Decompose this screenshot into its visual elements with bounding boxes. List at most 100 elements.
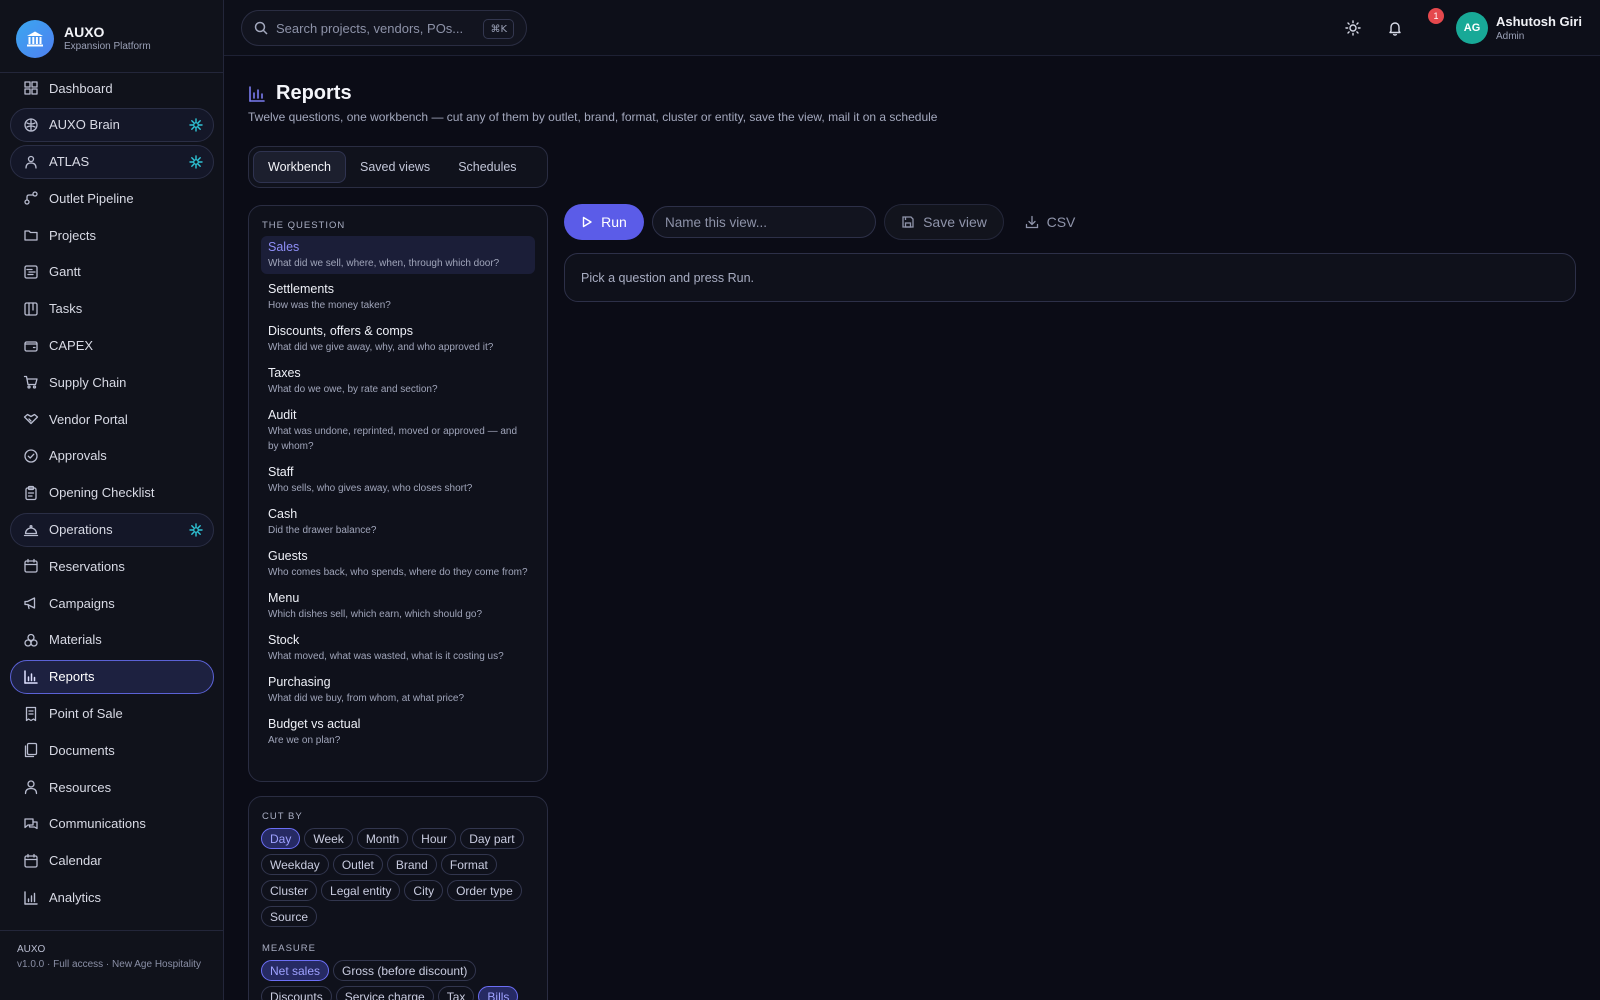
question-panel: THE QUESTION Sales What did we sell, wher… xyxy=(248,205,548,782)
cut-by-chip-brand[interactable]: Brand xyxy=(386,854,437,875)
sidebar-item-reservations[interactable]: Reservations xyxy=(10,549,214,583)
question-title: Purchasing xyxy=(268,675,331,689)
cut-by-chip-month[interactable]: Month xyxy=(356,828,409,849)
csv-download-button[interactable]: CSV xyxy=(1012,204,1088,240)
people-icon xyxy=(23,779,39,795)
sparkle-icon xyxy=(189,522,203,537)
cut-by-chip-city[interactable]: City xyxy=(404,880,444,901)
theme-toggle-sun-icon[interactable] xyxy=(1342,17,1364,39)
sidebar-item-supply-chain[interactable]: Supply Chain xyxy=(10,365,214,399)
question-description: Who comes back, who spends, where do the… xyxy=(268,567,528,578)
question-item-staff[interactable]: Staff Who sells, who gives away, who clos… xyxy=(261,461,535,499)
sidebar-item-point-of-sale[interactable]: Point of Sale xyxy=(10,697,214,731)
sidebar-nav: Dashboard AUXO Brain ATLAS Outlet Pipeline P… xyxy=(10,71,214,917)
sidebar-item-resources[interactable]: Resources xyxy=(10,770,214,804)
sidebar-item-vendor-portal[interactable]: Vendor Portal xyxy=(10,402,214,436)
sidebar-item-campaigns[interactable]: Campaigns xyxy=(10,586,214,620)
sidebar-item-label: Materials xyxy=(49,632,102,648)
sidebar-item-communications[interactable]: Communications xyxy=(10,807,214,841)
sparkle-icon xyxy=(189,154,203,169)
bar-chart-icon xyxy=(249,86,265,102)
sidebar-item-analytics[interactable]: Analytics xyxy=(10,881,214,915)
sidebar-item-label: Approvals xyxy=(49,448,107,464)
sidebar-item-calendar[interactable]: Calendar xyxy=(10,844,214,878)
tab-schedules[interactable]: Schedules xyxy=(444,151,530,183)
sidebar-item-documents[interactable]: Documents xyxy=(10,733,214,767)
cart-icon xyxy=(23,374,39,390)
question-item-budget-vs-actual[interactable]: Budget vs actual Are we on plan? xyxy=(261,713,535,751)
receipt-icon xyxy=(23,706,39,722)
cut-by-chip-day[interactable]: Day xyxy=(261,828,301,849)
save-view-button[interactable]: Save view xyxy=(884,204,1004,240)
cut-by-chip-outlet[interactable]: Outlet xyxy=(332,854,383,875)
sidebar-item-label: Supply Chain xyxy=(49,374,127,390)
avatar[interactable]: AG xyxy=(1456,12,1488,44)
sidebar-item-outlet-pipeline[interactable]: Outlet Pipeline xyxy=(10,181,214,215)
cut-by-chip-legal-entity[interactable]: Legal entity xyxy=(321,880,401,901)
question-item-settlements[interactable]: Settlements How was the money taken? xyxy=(261,278,535,316)
divider xyxy=(0,930,224,931)
sidebar-item-auxo-brain[interactable]: AUXO Brain xyxy=(10,107,214,142)
sidebar-item-projects[interactable]: Projects xyxy=(10,218,214,252)
sidebar-item-capex[interactable]: CAPEX xyxy=(10,329,214,363)
measure-chip-net-sales[interactable]: Net sales xyxy=(261,960,330,981)
sidebar-item-operations[interactable]: Operations xyxy=(10,512,214,547)
cut-by-chip-day-part[interactable]: Day part xyxy=(460,828,524,849)
measure-chips: Net sales Gross (before discount) Discount… xyxy=(249,954,539,1000)
save-view-label: Save view xyxy=(923,214,987,230)
search-placeholder[interactable]: Search projects, vendors, POs... xyxy=(276,21,463,36)
question-description: What did we give away, why, and who appr… xyxy=(268,342,494,353)
clipboard-icon xyxy=(23,485,39,501)
cut-by-chip-cluster[interactable]: Cluster xyxy=(261,880,318,901)
sidebar-item-approvals[interactable]: Approvals xyxy=(10,439,214,473)
question-item-sales[interactable]: Sales What did we sell, where, when, thro… xyxy=(261,236,535,274)
user-menu[interactable]: Ashutosh Giri Admin xyxy=(1496,14,1582,43)
sidebar-item-reports[interactable]: Reports xyxy=(10,659,214,694)
tab-workbench[interactable]: Workbench xyxy=(253,151,346,183)
tab-saved-views[interactable]: Saved views xyxy=(346,151,444,183)
page-subtitle: Twelve questions, one workbench — cut an… xyxy=(248,110,938,124)
calendar-icon xyxy=(23,853,39,869)
measure-chip-bills[interactable]: Bills xyxy=(478,986,519,1000)
question-item-audit[interactable]: Audit What was undone, reprinted, moved o… xyxy=(261,404,535,457)
cut-by-chip-order-type[interactable]: Order type xyxy=(447,880,522,901)
question-item-taxes[interactable]: Taxes What do we owe, by rate and section… xyxy=(261,362,535,400)
gantt-icon xyxy=(23,264,39,280)
question-description: Are we on plan? xyxy=(268,735,341,746)
sidebar-item-materials[interactable]: Materials xyxy=(10,623,214,657)
measure-chip-gross-before-discount[interactable]: Gross (before discount) xyxy=(333,960,477,981)
results-empty-message: Pick a question and press Run. xyxy=(581,270,755,285)
sidebar-item-label: Campaigns xyxy=(49,595,115,611)
measure-chip-service-charge[interactable]: Service charge xyxy=(335,986,434,1000)
sidebar-item-label: Projects xyxy=(49,227,96,243)
cut-by-chip-week[interactable]: Week xyxy=(304,828,353,849)
dashboard-icon xyxy=(23,80,39,96)
sidebar-item-label: AUXO Brain xyxy=(49,117,120,133)
search-bar[interactable]: Search projects, vendors, POs... ⌘K xyxy=(241,10,527,46)
question-item-purchasing[interactable]: Purchasing What did we buy, from whom, at… xyxy=(261,671,535,709)
cut-by-chip-weekday[interactable]: Weekday xyxy=(261,854,329,875)
topbar: Search projects, vendors, POs... ⌘K 1 AG… xyxy=(224,0,1600,56)
cut-by-chip-source[interactable]: Source xyxy=(261,906,318,927)
cut-by-chip-format[interactable]: Format xyxy=(440,854,497,875)
bell-icon[interactable] xyxy=(1384,17,1406,39)
question-item-menu[interactable]: Menu Which dishes sell, which earn, which… xyxy=(261,587,535,625)
question-section-label: THE QUESTION xyxy=(262,220,346,231)
sidebar-item-gantt[interactable]: Gantt xyxy=(10,255,214,289)
question-item-guests[interactable]: Guests Who comes back, who spends, where … xyxy=(261,545,535,583)
question-item-cash[interactable]: Cash Did the drawer balance? xyxy=(261,503,535,541)
sidebar-item-atlas[interactable]: ATLAS xyxy=(10,144,214,179)
question-item-stock[interactable]: Stock What moved, what was wasted, what i… xyxy=(261,629,535,667)
run-button[interactable]: Run xyxy=(564,204,644,240)
cut-by-chip-hour[interactable]: Hour xyxy=(412,828,457,849)
sidebar-item-label: Point of Sale xyxy=(49,706,123,722)
measure-chip-tax[interactable]: Tax xyxy=(437,986,475,1000)
view-name-input[interactable] xyxy=(652,206,876,238)
brand[interactable]: AUXO Expansion Platform xyxy=(16,20,151,58)
sidebar-item-opening-checklist[interactable]: Opening Checklist xyxy=(10,476,214,510)
question-item-discounts-offers-comps[interactable]: Discounts, offers & comps What did we giv… xyxy=(261,320,535,358)
measure-chip-discounts[interactable]: Discounts xyxy=(261,986,332,1000)
analytics-icon xyxy=(23,890,39,906)
sidebar-item-tasks[interactable]: Tasks xyxy=(10,292,214,326)
sidebar-item-dashboard[interactable]: Dashboard xyxy=(10,71,214,105)
